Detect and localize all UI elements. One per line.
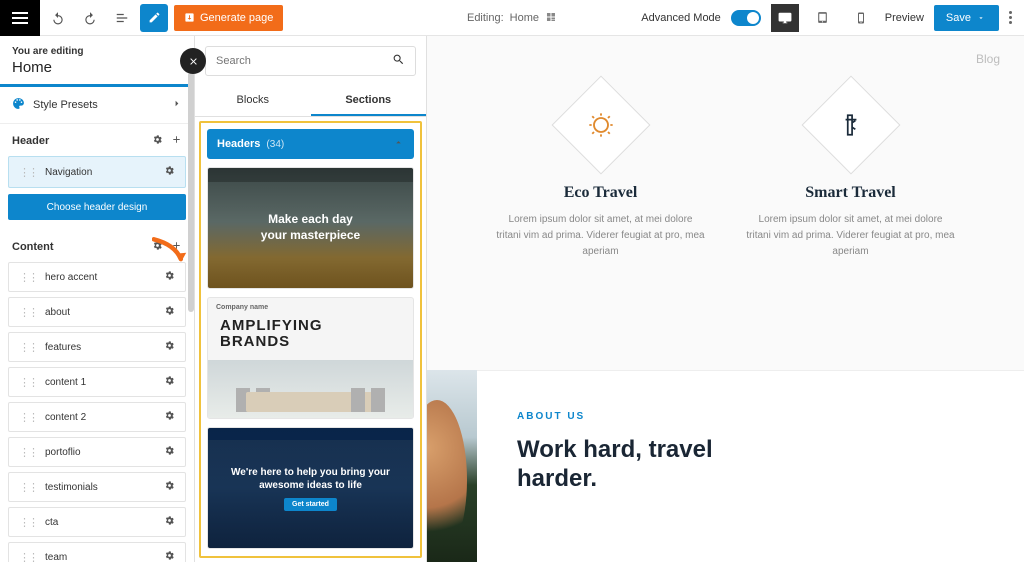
menu-button[interactable]	[0, 0, 40, 36]
content-item[interactable]: ⋮⋮cta	[8, 507, 186, 537]
content-item[interactable]: ⋮⋮portoflio	[8, 437, 186, 467]
feature-smart-travel: Smart Travel Lorem ipsum dolor sit amet,…	[746, 90, 956, 260]
header-group-label: Header	[0, 124, 194, 156]
drag-handle-icon: ⋮⋮	[19, 166, 37, 179]
more-menu[interactable]	[1009, 11, 1012, 24]
drag-handle-icon: ⋮⋮	[19, 271, 37, 284]
hero-image	[427, 370, 477, 562]
outline-button[interactable]	[108, 4, 136, 32]
tab-sections[interactable]: Sections	[311, 86, 427, 116]
chevron-up-icon	[393, 137, 404, 151]
headers-accordion[interactable]: Headers (34)	[207, 129, 414, 159]
content-item[interactable]: ⋮⋮team	[8, 542, 186, 562]
drag-handle-icon: ⋮⋮	[19, 551, 37, 562]
item-gear-icon[interactable]	[164, 270, 175, 284]
editing-small-label: You are editing	[12, 46, 182, 57]
about-label: ABOUT US	[517, 411, 984, 422]
item-gear-icon[interactable]	[164, 550, 175, 562]
content-settings-icon[interactable]	[152, 240, 163, 254]
style-presets-row[interactable]: Style Presets	[0, 87, 194, 124]
header-add-icon[interactable]	[171, 134, 182, 148]
content-item[interactable]: ⋮⋮testimonials	[8, 472, 186, 502]
content-group-label: Content	[0, 230, 194, 262]
header-preview-3[interactable]: We're here to help you bring yourawesome…	[207, 427, 414, 549]
drag-handle-icon: ⋮⋮	[19, 306, 37, 319]
item-gear-icon[interactable]	[164, 480, 175, 494]
content-item[interactable]: ⋮⋮content 2	[8, 402, 186, 432]
item-gear-icon[interactable]	[164, 515, 175, 529]
content-item[interactable]: ⋮⋮about	[8, 297, 186, 327]
search-field[interactable]	[205, 46, 416, 76]
item-gear-icon[interactable]	[164, 305, 175, 319]
device-desktop[interactable]	[771, 4, 799, 32]
undo-button[interactable]	[44, 4, 72, 32]
drag-handle-icon: ⋮⋮	[19, 376, 37, 389]
editing-indicator: Editing: Home	[467, 0, 557, 36]
header-settings-icon[interactable]	[152, 134, 163, 148]
save-button[interactable]: Save	[934, 5, 999, 31]
device-tablet[interactable]	[809, 4, 837, 32]
item-gear-icon[interactable]	[164, 375, 175, 389]
drag-handle-icon: ⋮⋮	[19, 341, 37, 354]
content-item[interactable]: ⋮⋮content 1	[8, 367, 186, 397]
drag-handle-icon: ⋮⋮	[19, 446, 37, 459]
feature-eco-travel: Eco Travel Lorem ipsum dolor sit amet, a…	[496, 90, 706, 260]
item-gear-icon[interactable]	[164, 340, 175, 354]
eco-icon	[551, 76, 650, 175]
redo-button[interactable]	[76, 4, 104, 32]
content-item[interactable]: ⋮⋮hero accent	[8, 262, 186, 292]
page-settings-icon[interactable]	[545, 11, 557, 26]
close-panel-button[interactable]	[180, 48, 206, 74]
item-gear-icon[interactable]	[164, 445, 175, 459]
search-input[interactable]	[216, 55, 392, 67]
smart-icon	[801, 76, 900, 175]
advanced-mode-toggle[interactable]	[731, 10, 761, 26]
preview-link[interactable]: Preview	[885, 12, 924, 24]
item-gear-icon[interactable]	[164, 410, 175, 424]
choose-header-design-button[interactable]: Choose header design	[8, 194, 186, 220]
header-preview-1[interactable]: Make each dayyour masterpiece	[207, 167, 414, 289]
palette-icon	[12, 97, 25, 113]
drag-handle-icon: ⋮⋮	[19, 481, 37, 494]
content-add-icon[interactable]	[171, 240, 182, 254]
edit-mode-button[interactable]	[140, 4, 168, 32]
hero-heading: Work hard, travelharder.	[517, 436, 984, 494]
device-mobile[interactable]	[847, 4, 875, 32]
page-title: Home	[12, 59, 182, 76]
content-item[interactable]: ⋮⋮features	[8, 332, 186, 362]
generate-label: Generate page	[200, 12, 273, 24]
drag-handle-icon: ⋮⋮	[19, 411, 37, 424]
header-preview-2[interactable]: Company name AMPLIFYINGBRANDS	[207, 297, 414, 419]
tab-blocks[interactable]: Blocks	[195, 86, 311, 116]
drag-handle-icon: ⋮⋮	[19, 516, 37, 529]
navigation-gear-icon[interactable]	[164, 165, 175, 179]
nav-blog-link[interactable]: Blog	[976, 52, 1000, 66]
generate-page-button[interactable]: Generate page	[174, 5, 283, 31]
advanced-mode-label: Advanced Mode	[641, 12, 721, 24]
chevron-right-icon	[171, 98, 182, 112]
search-icon	[392, 53, 405, 69]
navigation-item[interactable]: ⋮⋮ Navigation	[8, 156, 186, 188]
